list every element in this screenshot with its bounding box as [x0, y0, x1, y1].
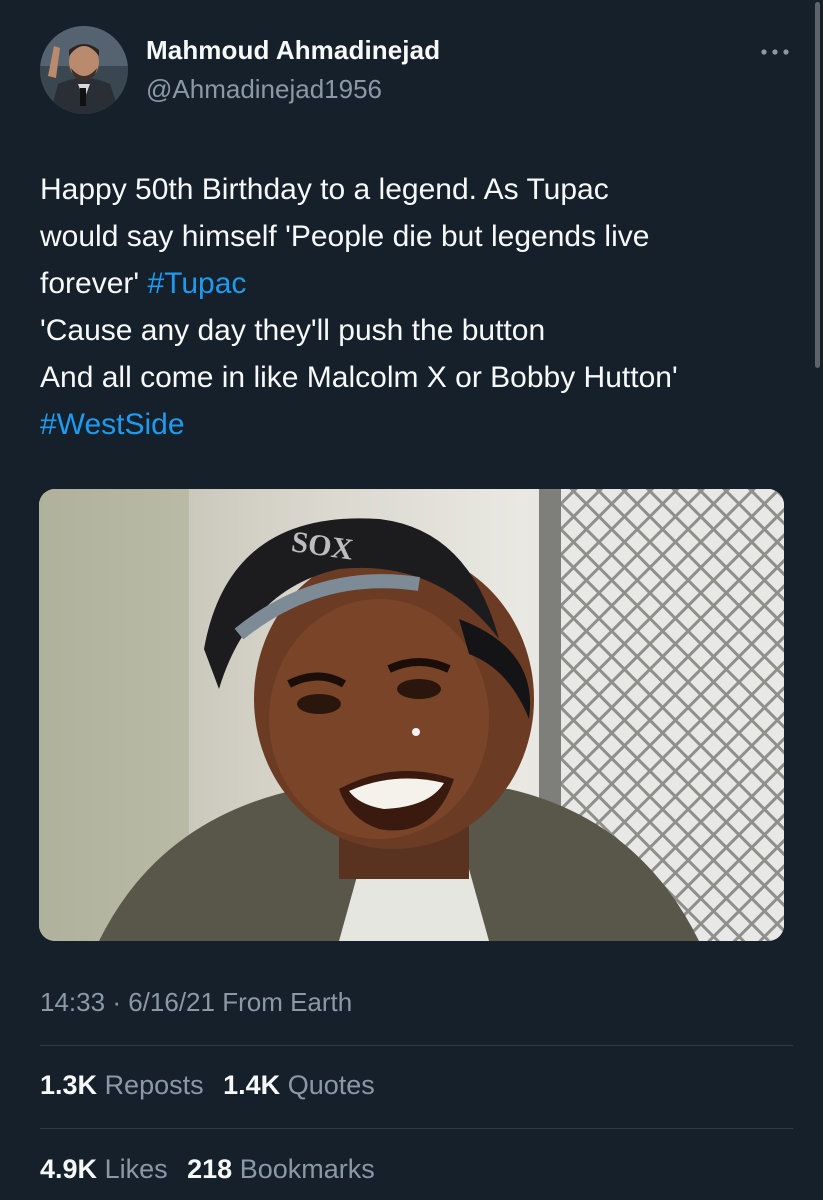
scrollbar-thumb[interactable] — [815, 2, 820, 368]
likes-count: 4.9K — [40, 1154, 98, 1184]
separator: · — [112, 987, 121, 1017]
tweet-line: would say himself 'People die but legend… — [40, 220, 650, 253]
reposts-label: Reposts — [104, 1070, 204, 1100]
reposts-stat[interactable]: 1.3K Reposts — [40, 1070, 204, 1100]
tweet-source: From Earth — [222, 987, 353, 1017]
scrollbar[interactable] — [813, 0, 823, 1200]
author-name[interactable]: Mahmoud Ahmadinejad — [146, 35, 440, 66]
tweet-date[interactable]: 6/16/21 — [128, 987, 215, 1017]
hashtag-link[interactable]: #WestSide — [40, 408, 185, 441]
divider — [40, 1045, 793, 1046]
bookmarks-stat[interactable]: 218 Bookmarks — [187, 1154, 375, 1184]
tweet-line: forever' — [40, 267, 148, 300]
tweet-header: Mahmoud Ahmadinejad @Ahmadinejad1956 — [40, 26, 793, 116]
tweet-line: Happy 50th Birthday to a legend. As Tupa… — [40, 173, 609, 206]
tweet-photo[interactable]: SOX — [39, 489, 784, 941]
tweet-line: And all come in like Malcolm X or Bobby … — [40, 361, 678, 394]
engagement-row-1: 1.3K Reposts 1.4K Quotes — [40, 1070, 387, 1101]
bookmarks-label: Bookmarks — [239, 1154, 375, 1184]
bookmarks-count: 218 — [187, 1154, 233, 1184]
author-handle[interactable]: @Ahmadinejad1956 — [146, 74, 382, 105]
tweet-text: Happy 50th Birthday to a legend. As Tupa… — [40, 166, 800, 448]
hashtag-link[interactable]: #Tupac — [147, 267, 246, 300]
tweet-line: 'Cause any day they'll push the button — [40, 314, 546, 347]
engagement-row-2: 4.9K Likes 218 Bookmarks — [40, 1154, 387, 1185]
divider — [40, 1128, 793, 1129]
quotes-stat[interactable]: 1.4K Quotes — [223, 1070, 375, 1100]
more-options-icon[interactable] — [757, 40, 793, 64]
quotes-label: Quotes — [287, 1070, 375, 1100]
tweet-timestamp: 14:33 · 6/16/21 From Earth — [40, 987, 352, 1018]
likes-label: Likes — [104, 1154, 168, 1184]
quotes-count: 1.4K — [223, 1070, 281, 1100]
reposts-count: 1.3K — [40, 1070, 98, 1100]
avatar[interactable] — [40, 26, 128, 114]
likes-stat[interactable]: 4.9K Likes — [40, 1154, 168, 1184]
tweet-time[interactable]: 14:33 — [40, 987, 105, 1017]
